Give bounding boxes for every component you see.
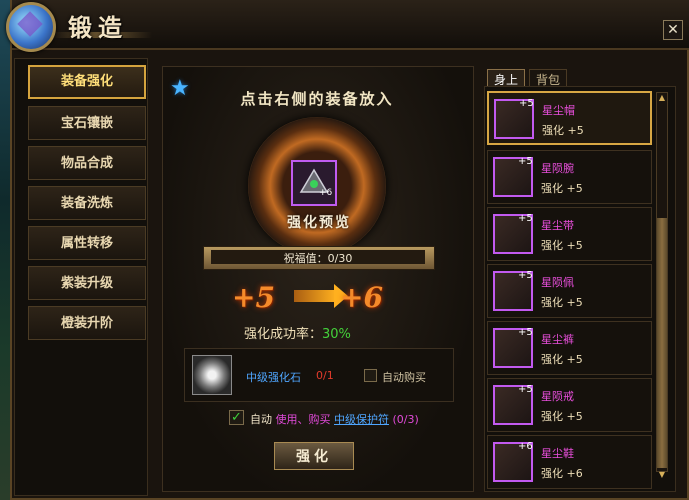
window-title: 锻造 — [68, 13, 128, 42]
title-bar[interactable]: 锻造 ✕ — [6, 0, 689, 52]
list-item[interactable]: +5 星尘裤 强化 +5 — [487, 321, 652, 375]
scroll-thumb[interactable] — [657, 218, 667, 468]
blessing-value: 祝福值：0/30 — [283, 252, 353, 265]
current-level: +5 — [232, 281, 275, 314]
item-name: 星尘鞋 — [541, 447, 574, 460]
material-count: 0/1 — [316, 369, 334, 382]
item-bonus: 强化 +5 — [541, 410, 583, 423]
material-name: 中级强化石 — [246, 371, 301, 384]
list-item[interactable]: +5 星陨戒 强化 +5 — [487, 378, 652, 432]
protect-charm-link[interactable]: 中级保护符 — [334, 413, 389, 426]
equipment-slot[interactable] — [291, 160, 337, 206]
success-rate: 强化成功率：30% — [244, 323, 351, 342]
target-level: +6 — [340, 281, 383, 314]
close-button[interactable]: ✕ — [663, 20, 683, 40]
slot-enhance-level: +6 — [319, 188, 333, 198]
nav-item-item-synthesis[interactable]: 物品合成 — [28, 146, 146, 180]
list-item[interactable]: +5 星陨腕 强化 +5 — [487, 150, 652, 204]
item-name: 星尘带 — [541, 219, 574, 232]
nav-item-gem-inlay[interactable]: 宝石镶嵌 — [28, 106, 146, 140]
item-plus: +5 — [518, 213, 533, 224]
place-equipment-hint: 点击右侧的装备放入 — [240, 90, 394, 108]
auto-use-buy-label: 使用、购买 — [275, 413, 331, 426]
auto-label: 自动 — [250, 413, 272, 426]
strengthen-button[interactable]: 强化 — [274, 442, 354, 470]
nav-item-equip-refine[interactable]: 装备洗炼 — [28, 186, 146, 220]
gem-icon — [6, 2, 56, 52]
enhance-preview-label: 强化预览 — [287, 215, 351, 231]
item-plus: +6 — [518, 441, 533, 452]
nav-item-equip-enhance[interactable]: 装备强化 — [28, 65, 146, 99]
item-name: 星陨腕 — [541, 162, 574, 175]
item-plus: +5 — [518, 270, 533, 281]
success-rate-label: 强化成功率： — [244, 327, 323, 342]
list-item[interactable]: +6 星尘鞋 强化 +6 — [487, 435, 652, 489]
protect-charm-count: (0/3) — [392, 413, 419, 426]
auto-protect-line: 自动 使用、购买 中级保护符 (0/3) — [250, 411, 419, 427]
item-bonus: 强化 +6 — [541, 467, 583, 480]
item-bonus: 强化 +5 — [541, 239, 583, 252]
success-rate-value: 30% — [322, 327, 351, 342]
auto-buy-label: 自动购买 — [382, 371, 426, 384]
item-plus: +5 — [518, 156, 533, 167]
item-plus: +5 — [518, 327, 533, 338]
item-name: 星尘裤 — [541, 333, 574, 346]
list-item[interactable]: +5 星尘带 强化 +5 — [487, 207, 652, 261]
arrow-right-icon — [294, 284, 348, 308]
item-plus: +5 — [518, 384, 533, 395]
list-item[interactable]: +5 星陨佩 强化 +5 — [487, 264, 652, 318]
auto-protect-checkbox[interactable]: ✓ — [229, 410, 244, 425]
scroll-down-icon[interactable]: ▼ — [657, 470, 667, 480]
nav-item-purple-upgrade[interactable]: 紫装升级 — [28, 266, 146, 300]
scroll-up-icon[interactable]: ▲ — [657, 93, 667, 103]
nav-item-attribute-transfer[interactable]: 属性转移 — [28, 226, 146, 260]
item-bonus: 强化 +5 — [541, 353, 583, 366]
item-bonus: 强化 +5 — [542, 124, 584, 137]
list-item[interactable]: +5 星尘帽 强化 +5 — [487, 91, 652, 145]
item-bonus: 强化 +5 — [541, 296, 583, 309]
item-name: 星陨佩 — [541, 276, 574, 289]
item-bonus: 强化 +5 — [541, 182, 583, 195]
item-name: 星尘帽 — [542, 104, 575, 117]
auto-buy-checkbox[interactable] — [364, 369, 377, 382]
enhance-stone-icon[interactable] — [192, 355, 232, 395]
item-plus: +5 — [519, 98, 534, 109]
item-name: 星陨戒 — [541, 390, 574, 403]
nav-item-orange-advance[interactable]: 橙装升阶 — [28, 306, 146, 340]
